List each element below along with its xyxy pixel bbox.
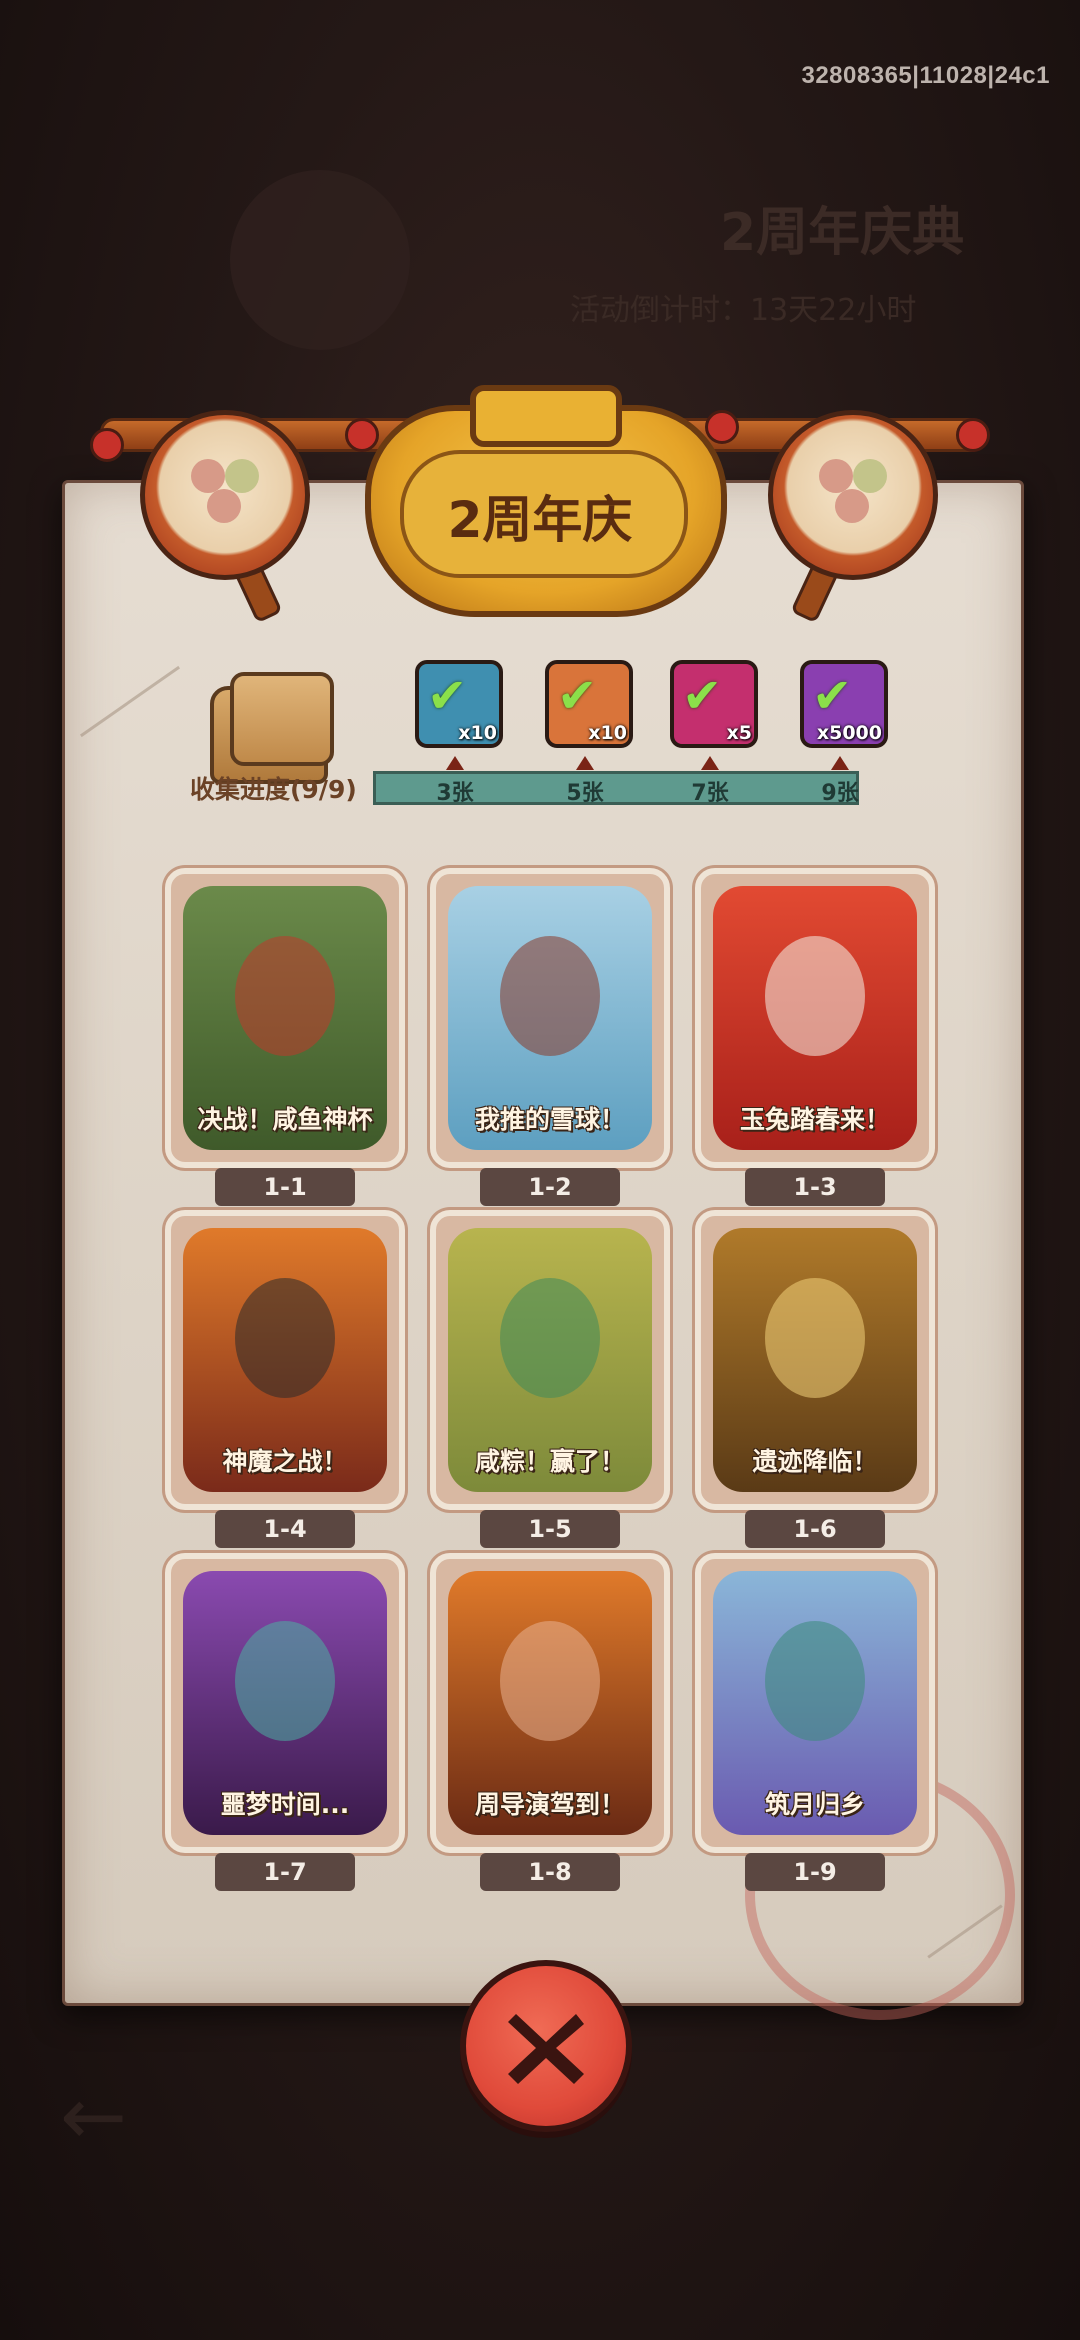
card-illustration: 玉兔踏春来！: [713, 886, 917, 1150]
checkmark-icon: ✔: [682, 668, 723, 724]
card-number-tag: 1-4: [215, 1510, 355, 1548]
milestone-marker: [701, 756, 719, 770]
title-plaque-handle: [470, 385, 622, 447]
background-event-title: 2周年庆典: [720, 203, 965, 263]
story-card[interactable]: 决战！咸鱼神杯: [165, 868, 405, 1168]
milestone-label: 5张: [566, 781, 604, 806]
milestone-marker: [831, 756, 849, 770]
background-event-logo: [230, 170, 410, 350]
reward-purple-orb-icon[interactable]: ✔ x5: [670, 660, 758, 748]
story-card[interactable]: 我推的雪球！: [430, 868, 670, 1168]
card-character: [235, 936, 335, 1056]
milestone-label: 3张: [436, 781, 474, 806]
card-number-tag: 1-7: [215, 1853, 355, 1891]
card-number-tag: 1-9: [745, 1853, 885, 1891]
card-illustration: 筑月归乡: [713, 1571, 917, 1835]
collection-progress-label: 收集进度(9/9): [190, 775, 357, 804]
card-character: [500, 1621, 600, 1741]
build-id-label: 32808365|11028|24c1: [801, 62, 1050, 89]
story-card[interactable]: 玉兔踏春来！: [695, 868, 935, 1168]
card-number-tag: 1-5: [480, 1510, 620, 1548]
card-number-tag: 1-6: [745, 1510, 885, 1548]
card-character: [235, 1621, 335, 1741]
card-character: [235, 1278, 335, 1398]
story-card[interactable]: 噩梦时间...: [165, 1553, 405, 1853]
reward-count: x10: [458, 722, 497, 744]
reward-count: x10: [588, 722, 627, 744]
checkmark-icon: ✔: [812, 668, 853, 724]
card-illustration: 决战！咸鱼神杯: [183, 886, 387, 1150]
background-countdown: 活动倒计时：13天22小时: [570, 293, 917, 328]
card-number-tag: 1-3: [745, 1168, 885, 1206]
card-illustration: 神魔之战！: [183, 1228, 387, 1492]
card-title: 我推的雪球！: [474, 1105, 625, 1134]
milestone-marker: [576, 756, 594, 770]
reward-treasure-chest-icon[interactable]: ✔ x10: [415, 660, 503, 748]
checkmark-icon: ✔: [557, 668, 598, 724]
reward-count: x5: [726, 722, 752, 744]
story-card[interactable]: 咸粽！赢了！: [430, 1210, 670, 1510]
close-button[interactable]: [460, 1960, 632, 2132]
panel-title: 2周年庆: [447, 491, 633, 549]
card-illustration: 噩梦时间...: [183, 1571, 387, 1835]
card-illustration: 我推的雪球！: [448, 886, 652, 1150]
rod-knob-right: [956, 418, 990, 452]
card-title: 筑月归乡: [764, 1790, 865, 1819]
close-icon: [508, 2014, 584, 2084]
drum-right-icon: [768, 410, 938, 580]
rod-knob: [705, 410, 739, 444]
reward-golden-key-icon[interactable]: ✔ x10: [545, 660, 633, 748]
card-title: 玉兔踏春来！: [739, 1105, 890, 1134]
story-card[interactable]: 神魔之战！: [165, 1210, 405, 1510]
story-card[interactable]: 周导演驾到！: [430, 1553, 670, 1853]
rod-knob-left: [90, 428, 124, 462]
card-illustration: 咸粽！赢了！: [448, 1228, 652, 1492]
rod-knob: [345, 418, 379, 452]
milestone-label: 7张: [691, 781, 729, 806]
card-number-tag: 1-2: [480, 1168, 620, 1206]
card-title: 神魔之战！: [222, 1447, 348, 1476]
card-title: 遗迹降临！: [752, 1447, 878, 1476]
drum-left-icon: [140, 410, 310, 580]
card-character: [500, 1278, 600, 1398]
card-title: 周导演驾到！: [474, 1790, 625, 1819]
story-card[interactable]: 筑月归乡: [695, 1553, 935, 1853]
card-character: [765, 936, 865, 1056]
card-pack-icon: [230, 672, 334, 766]
card-title: 决战！咸鱼神杯: [197, 1105, 373, 1134]
milestone-marker: [446, 756, 464, 770]
card-character: [765, 1621, 865, 1741]
card-illustration: 周导演驾到！: [448, 1571, 652, 1835]
milestone-label: 9张: [821, 781, 859, 806]
card-number-tag: 1-1: [215, 1168, 355, 1206]
reward-count: x5000: [816, 722, 882, 744]
card-title: 咸粽！赢了！: [474, 1447, 625, 1476]
reward-silver-ingot-icon[interactable]: ✔ x5000: [800, 660, 888, 748]
card-illustration: 遗迹降临！: [713, 1228, 917, 1492]
story-card[interactable]: 遗迹降临！: [695, 1210, 935, 1510]
card-number-tag: 1-8: [480, 1853, 620, 1891]
background-back-arrow-icon: ←: [60, 2070, 128, 2163]
checkmark-icon: ✔: [427, 668, 468, 724]
card-title: 噩梦时间...: [220, 1790, 350, 1819]
card-character: [500, 936, 600, 1056]
card-character: [765, 1278, 865, 1398]
